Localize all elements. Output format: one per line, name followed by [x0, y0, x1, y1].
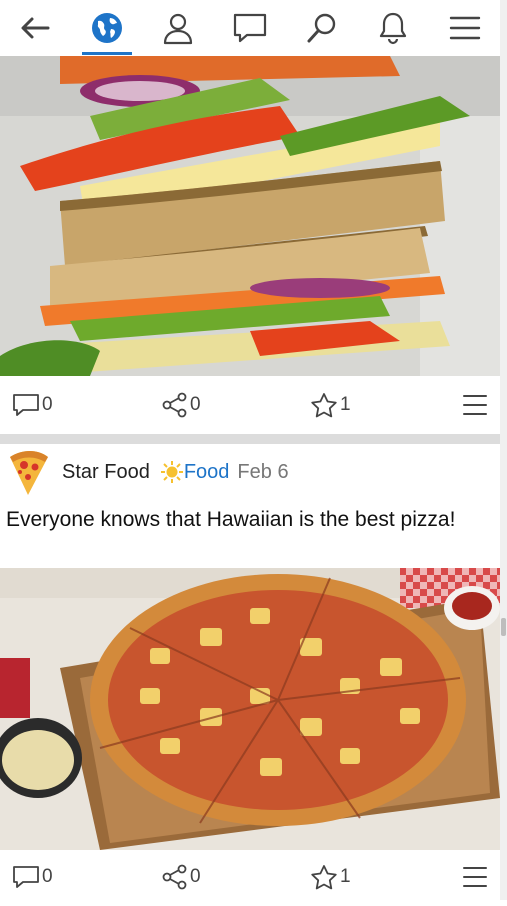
menu-button[interactable]	[440, 0, 490, 56]
category-label: Food	[183, 460, 230, 483]
menu-icon	[449, 16, 481, 40]
comment-icon	[13, 394, 39, 416]
post-menu-button[interactable]	[462, 394, 488, 416]
post-divider	[0, 434, 500, 444]
scrollbar[interactable]	[500, 0, 507, 900]
comment-button[interactable]: 0	[12, 393, 162, 417]
chat-icon	[233, 13, 267, 43]
tab-search[interactable]	[297, 0, 347, 56]
profile-icon	[164, 13, 193, 45]
share-icon	[162, 864, 187, 890]
post-date: Feb 6	[237, 460, 289, 483]
comment-icon	[13, 866, 39, 888]
post-author[interactable]: Star Food	[62, 461, 150, 484]
tab-notifications[interactable]	[368, 0, 418, 56]
post-menu-button[interactable]	[462, 866, 488, 888]
comment-count: 0	[42, 394, 53, 415]
tab-explore[interactable]	[81, 0, 132, 56]
post-image-pizza[interactable]	[0, 568, 500, 850]
share-icon	[162, 392, 187, 418]
pizza-photo	[0, 568, 500, 850]
back-arrow-icon	[21, 17, 50, 39]
comment-button[interactable]: 0	[12, 865, 162, 889]
top-nav	[0, 0, 500, 56]
share-count: 0	[190, 866, 201, 887]
search-icon	[307, 13, 335, 43]
menu-icon	[463, 395, 487, 415]
star-icon	[311, 393, 337, 418]
favorite-count: 1	[340, 394, 351, 415]
menu-icon	[463, 867, 487, 887]
pizza-slice-icon[interactable]	[6, 447, 50, 497]
back-button[interactable]	[10, 0, 60, 56]
bell-icon	[380, 12, 407, 45]
post-category[interactable]: Food	[160, 460, 230, 484]
scrollbar-thumb[interactable]	[501, 618, 506, 636]
share-button[interactable]: 0	[162, 392, 310, 418]
post-text: Everyone knows that Hawaiian is the best…	[6, 508, 456, 531]
sandwich-photo	[0, 56, 500, 376]
post-actions: 0 0 1	[0, 376, 500, 434]
post-actions: 0 0 1	[0, 848, 500, 906]
globe-icon	[91, 13, 122, 43]
favorite-button[interactable]: 1	[310, 864, 450, 890]
share-count: 0	[190, 394, 201, 415]
post-image-sandwich[interactable]	[0, 56, 500, 376]
share-button[interactable]: 0	[162, 864, 310, 890]
star-icon	[311, 865, 337, 890]
sun-icon	[160, 461, 183, 483]
favorite-count: 1	[340, 866, 351, 887]
tab-messages[interactable]	[225, 0, 275, 56]
comment-count: 0	[42, 866, 53, 887]
favorite-button[interactable]: 1	[310, 392, 450, 418]
post-header: Star Food Food Feb 6	[0, 444, 500, 500]
tab-profile[interactable]	[153, 0, 203, 56]
